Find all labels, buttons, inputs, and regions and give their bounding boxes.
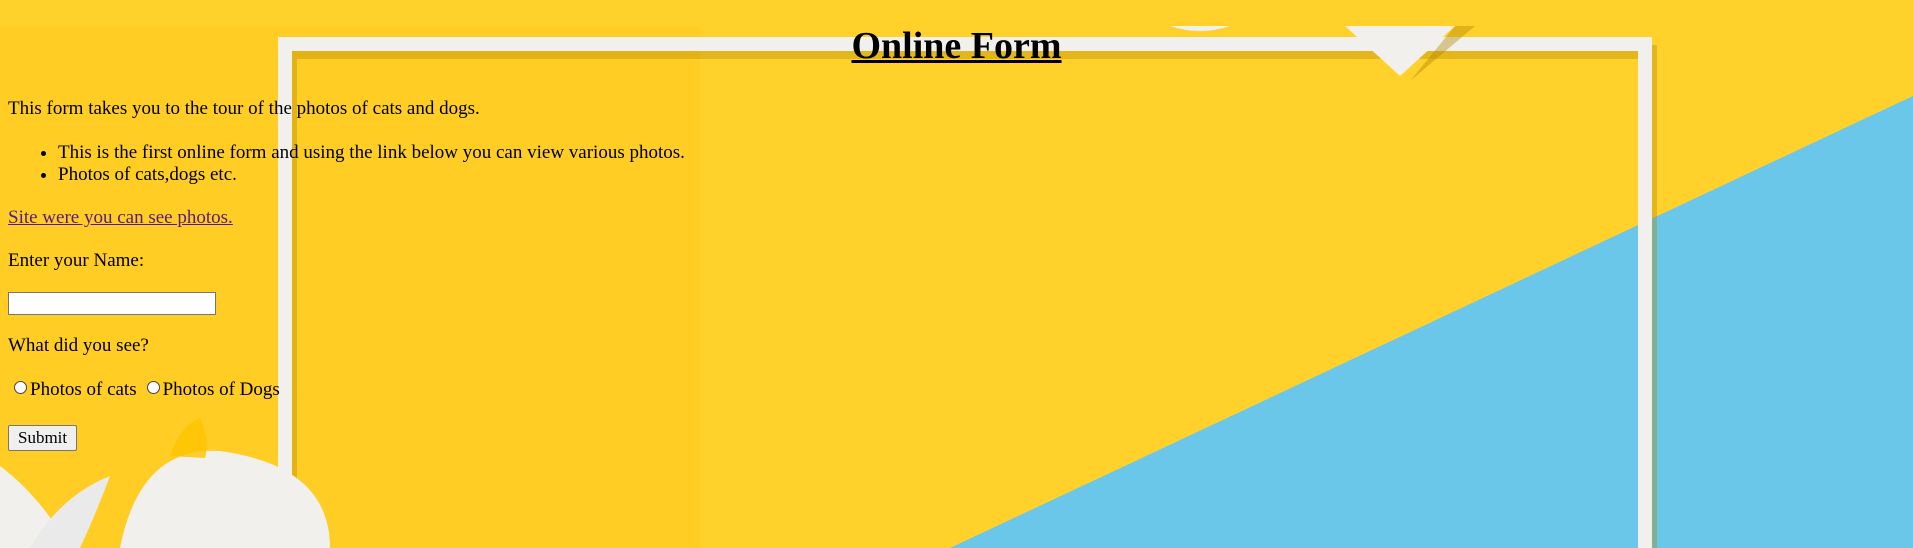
radio-cats[interactable] xyxy=(14,381,27,395)
page-title: Online Form xyxy=(851,25,1062,67)
radio-cats-label[interactable]: Photos of cats xyxy=(30,379,137,401)
name-label: Enter your Name: xyxy=(8,250,145,272)
list-item: Photos of cats,dogs etc. xyxy=(58,164,1905,187)
photos-site-link[interactable]: Site were you can see photos. xyxy=(8,207,233,228)
info-list: This is the first online form and using … xyxy=(8,142,1905,188)
form-content: Online Form This form takes you to the t… xyxy=(0,25,1913,451)
link-paragraph: Site were you can see photos. xyxy=(8,207,1905,229)
intro-text: This form takes you to the tour of the p… xyxy=(8,97,480,119)
name-input[interactable] xyxy=(8,291,216,315)
submit-button[interactable]: Submit xyxy=(8,424,78,451)
list-item: This is the first online form and using … xyxy=(58,142,1905,165)
radio-dogs[interactable] xyxy=(146,381,160,395)
radio-group: Photos of cats Photos of Dogs xyxy=(8,378,1905,402)
question-label: What did you see? xyxy=(8,334,149,356)
radio-dogs-label[interactable]: Photos of Dogs xyxy=(163,379,280,401)
